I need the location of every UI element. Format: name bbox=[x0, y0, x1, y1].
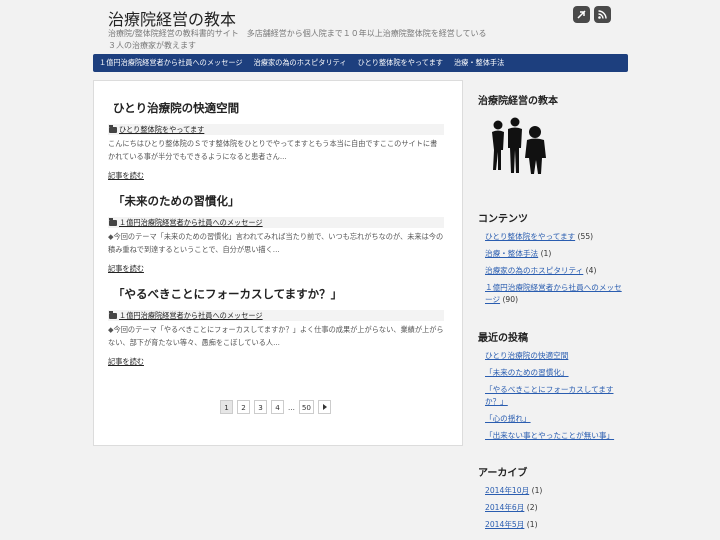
sidebar-contents-title: コンテンツ bbox=[478, 214, 528, 225]
main-content: ひとり治療院の快適空間 ひとり整体院をやってます こんにちはひとり整体院のＳです… bbox=[93, 80, 463, 446]
post-item: 「やるべきことにフォーカスしてますか？」 １億円治療院経営者から社員へのメッセー… bbox=[108, 286, 444, 368]
post-title[interactable]: 「やるべきことにフォーカスしてますか？」 bbox=[113, 286, 444, 302]
recent-post-link[interactable]: 「やるべきことにフォーカスしてますか？」 bbox=[485, 385, 613, 406]
folder-icon bbox=[109, 217, 117, 226]
read-more-link[interactable]: 記事を読む bbox=[108, 264, 144, 274]
post-item: ひとり治療院の快適空間 ひとり整体院をやってます こんにちはひとり整体院のＳです… bbox=[108, 100, 444, 182]
read-more-link[interactable]: 記事を読む bbox=[108, 357, 144, 367]
read-more-link[interactable]: 記事を読む bbox=[108, 171, 144, 181]
sidebar-archive-title: アーカイブ bbox=[478, 468, 528, 479]
post-count: (1) bbox=[524, 520, 538, 529]
post-count: (1) bbox=[529, 486, 543, 495]
category-link[interactable]: ひとり整体院をやってます bbox=[119, 125, 204, 135]
site-description: 治療院/整体院経営の教科書的サイト 多店舗経営から個人院まで１０年以上治療院整体… bbox=[108, 29, 487, 50]
nav-item-message[interactable]: １億円治療院経営者から社員へのメッセージ bbox=[99, 58, 243, 68]
list-item: 「未来のための習慣化」 bbox=[485, 367, 628, 379]
archive-link[interactable]: 2014年5月 bbox=[485, 520, 524, 529]
category-link[interactable]: ひとり整体院をやってます bbox=[485, 232, 575, 241]
recent-post-link[interactable]: 「出来ない事とやったことが無い事」 bbox=[485, 431, 614, 440]
contents-list: ひとり整体院をやってます (55) 治療・整体手法 (1) 治療家の為のホスピタ… bbox=[485, 231, 628, 311]
nav-item-hospitality[interactable]: 治療家の為のホスピタリティ bbox=[254, 58, 347, 68]
post-excerpt: ◆今回のテーマ「未来のための習慣化」言われてみれば当たり前で、いつも忘れがちなの… bbox=[108, 232, 444, 254]
post-category: １億円治療院経営者から社員へのメッセージ bbox=[108, 310, 444, 321]
page-link[interactable]: 4 bbox=[271, 400, 284, 414]
post-item: 「未来のための習慣化」 １億円治療院経営者から社員へのメッセージ ◆今回のテーマ… bbox=[108, 193, 444, 275]
chevron-right-icon bbox=[322, 404, 327, 410]
list-item: 「やるべきことにフォーカスしてますか？」 bbox=[485, 384, 628, 408]
pagination-ellipsis: ... bbox=[288, 402, 295, 412]
social-icons bbox=[573, 6, 611, 23]
post-title[interactable]: 「未来のための習慣化」 bbox=[113, 193, 444, 209]
archive-list: 2014年10月 (1) 2014年6月 (2) 2014年5月 (1) bbox=[485, 485, 628, 536]
list-item: 2014年10月 (1) bbox=[485, 485, 628, 497]
page-link[interactable]: 2 bbox=[237, 400, 250, 414]
post-excerpt: ◆今回のテーマ「やるべきことにフォーカスしてますか？」よく仕事の成果が上がらない… bbox=[108, 325, 444, 347]
category-link[interactable]: １億円治療院経営者から社員へのメッセージ bbox=[119, 311, 263, 321]
post-title[interactable]: ひとり治療院の快適空間 bbox=[113, 100, 444, 116]
post-excerpt: こんにちはひとり整体院のＳです整体院をひとりでやってますともう本当に自由ですここ… bbox=[108, 139, 438, 161]
folder-icon bbox=[109, 310, 117, 319]
post-count: (2) bbox=[524, 503, 538, 512]
list-item: 「心の揺れ」 bbox=[485, 413, 628, 425]
rss-icon[interactable] bbox=[594, 6, 611, 23]
post-count: (4) bbox=[583, 266, 597, 275]
silhouette-figures-image bbox=[492, 117, 546, 174]
facebook-icon[interactable] bbox=[573, 6, 590, 23]
post-count: (90) bbox=[500, 295, 519, 304]
recent-post-link[interactable]: 「心の揺れ」 bbox=[485, 414, 531, 423]
post-count: (1) bbox=[538, 249, 552, 258]
list-item: 2014年6月 (2) bbox=[485, 502, 628, 514]
list-item: ひとり治療院の快適空間 bbox=[485, 350, 628, 362]
list-item: 2014年5月 (1) bbox=[485, 519, 628, 531]
next-page-button[interactable] bbox=[318, 400, 332, 414]
category-link[interactable]: 治療家の為のホスピタリティ bbox=[485, 266, 583, 275]
list-item: 「出来ない事とやったことが無い事」 bbox=[485, 430, 628, 442]
recent-post-link[interactable]: ひとり治療院の快適空間 bbox=[485, 351, 568, 360]
category-link[interactable]: 治療・整体手法 bbox=[485, 249, 538, 258]
main-nav: １億円治療院経営者から社員へのメッセージ 治療家の為のホスピタリティ ひとり整体… bbox=[93, 54, 628, 72]
category-link[interactable]: １億円治療院経営者から社員へのメッセージ bbox=[119, 218, 263, 228]
list-item: 治療・整体手法 (1) bbox=[485, 248, 628, 260]
archive-link[interactable]: 2014年10月 bbox=[485, 486, 529, 495]
list-item: 治療家の為のホスピタリティ (4) bbox=[485, 265, 628, 277]
nav-item-techniques[interactable]: 治療・整体手法 bbox=[454, 58, 504, 68]
site-title[interactable]: 治療院経営の教本 bbox=[108, 6, 236, 30]
page-link-current: 1 bbox=[220, 400, 233, 414]
post-category: １億円治療院経営者から社員へのメッセージ bbox=[108, 217, 444, 228]
recent-posts-list: ひとり治療院の快適空間 「未来のための習慣化」 「やるべきことにフォーカスしてま… bbox=[485, 350, 628, 447]
pagination: 1 2 3 4 ... 50 bbox=[220, 400, 332, 414]
archive-link[interactable]: 2014年6月 bbox=[485, 503, 524, 512]
sidebar-profile-title: 治療院経営の教本 bbox=[478, 96, 558, 107]
nav-item-solo-clinic[interactable]: ひとり整体院をやってます bbox=[358, 58, 443, 68]
folder-icon bbox=[109, 124, 117, 133]
post-category: ひとり整体院をやってます bbox=[108, 124, 444, 135]
recent-post-link[interactable]: 「未来のための習慣化」 bbox=[485, 368, 569, 377]
list-item: ひとり整体院をやってます (55) bbox=[485, 231, 628, 243]
page-link-last[interactable]: 50 bbox=[298, 400, 315, 414]
post-count: (55) bbox=[575, 232, 594, 241]
page-link[interactable]: 3 bbox=[254, 400, 267, 414]
sidebar-recent-title: 最近の投稿 bbox=[478, 333, 528, 344]
list-item: １億円治療院経営者から社員へのメッセージ (90) bbox=[485, 282, 628, 306]
